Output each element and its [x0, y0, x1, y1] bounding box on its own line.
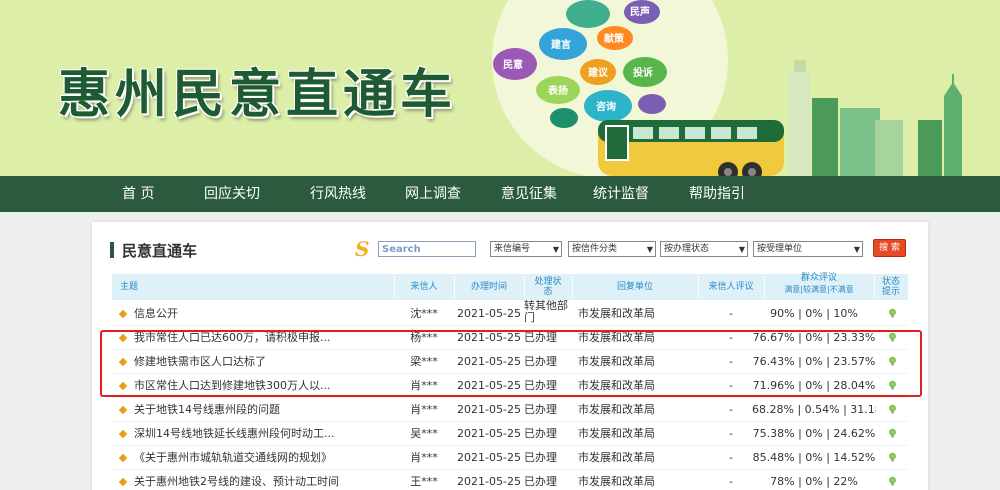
header-time: 办理时间 [470, 282, 507, 292]
header-status-hint: 状态提示 [881, 277, 900, 297]
row-subject-link[interactable]: 关于地铁14号线惠州段的问题 [134, 398, 390, 422]
status-lightbulb-icon [889, 429, 896, 438]
row-status: 已办理 [524, 475, 557, 488]
table-row[interactable]: 深圳14号线地铁延长线惠州段何时动工... 吴*** 2021-05-25 已办理 市发… [112, 422, 908, 446]
table-row[interactable]: 关于地铁14号线惠州段的问题 肖*** 2021-05-25 已办理 市发展和改革局 -6… [112, 398, 908, 422]
search-input[interactable] [378, 241, 476, 257]
row-unit: 市发展和改革局 [578, 427, 655, 440]
svg-text:献策: 献策 [604, 32, 625, 45]
row-unit: 市发展和改革局 [578, 475, 655, 488]
bullet-diamond-icon [118, 453, 128, 463]
row-unit: 市发展和改革局 [578, 403, 655, 416]
status-lightbulb-icon [889, 309, 896, 318]
banner-illustration: 民声 建言 献策 民意 建议 投诉 表扬 咨询 [492, 0, 962, 176]
row-subject-link[interactable]: 深圳14号线地铁延长线惠州段何时动工... [134, 422, 390, 446]
row-sender: 肖*** [410, 403, 438, 416]
filter-letter-number[interactable]: 来信编号 ▼ [490, 241, 562, 257]
status-lightbulb-icon [889, 453, 896, 462]
nav-item-statistics[interactable]: 统计监督 [593, 176, 649, 212]
header-unit: 回复单位 [616, 282, 653, 292]
row-public-rating: 90% | 0% | 10% [770, 307, 858, 320]
highlight-box [100, 330, 922, 397]
row-public-rating: 78% | 0% | 22% [770, 475, 858, 488]
table-row[interactable]: 信息公开 沈*** 2021-05-25 转其他部门 市发展和改革局 -90% | 0% … [112, 300, 908, 326]
svg-text:建言: 建言 [550, 38, 571, 51]
bullet-diamond-icon [118, 405, 128, 415]
status-lightbulb-icon [889, 405, 896, 414]
site-banner: 惠州民意直通车 民声 建言 献策 民意 建议 投诉 表扬 咨询 [0, 0, 1000, 176]
nav-item-home[interactable]: 首 页 [122, 176, 154, 212]
row-time: 2021-05-25 [457, 427, 521, 440]
svg-text:建议: 建议 [587, 66, 609, 79]
panel-title: 民意直通车 [122, 242, 198, 260]
bullet-diamond-icon [118, 429, 128, 439]
site-title: 惠州民意直通车 [58, 64, 458, 125]
chevron-down-icon: ▼ [738, 245, 745, 254]
row-time: 2021-05-25 [457, 307, 521, 320]
row-status: 已办理 [524, 403, 557, 416]
row-time: 2021-05-25 [457, 403, 521, 416]
nav-item-survey[interactable]: 网上调查 [405, 176, 461, 212]
header-sender: 来信人 [410, 282, 438, 292]
row-sender: 沈*** [410, 307, 438, 320]
search-button[interactable]: 搜 索 [873, 239, 906, 257]
nav-item-responses[interactable]: 回应关切 [204, 176, 260, 212]
header-subject: 主题 [120, 282, 139, 292]
row-status: 已办理 [524, 451, 557, 464]
main-nav: 首 页 回应关切 行风热线 网上调查 意见征集 统计监督 帮助指引 [0, 176, 1000, 212]
table-header: 主题 来信人 办理时间 处理状态 回复单位 来信人评议 群众评议 满意|较满意|… [112, 273, 908, 300]
row-time: 2021-05-25 [457, 451, 521, 464]
bullet-diamond-icon [118, 309, 128, 319]
svg-text:民意: 民意 [503, 58, 523, 71]
svg-text:民声: 民声 [630, 5, 650, 18]
row-time: 2021-05-25 [457, 475, 521, 488]
table-row[interactable]: 关于惠州地铁2号线的建设、预计动工时间 王*** 2021-05-25 已办理 市发展和… [112, 470, 908, 490]
title-accent-bar [110, 242, 114, 258]
search-s-icon: S [355, 237, 370, 261]
header-public-rating-sub: 满意|较满意|不满意 [784, 285, 854, 294]
chevron-down-icon: ▼ [853, 245, 860, 254]
filter-category[interactable]: 按信件分类 ▼ [568, 241, 656, 257]
nav-item-help[interactable]: 帮助指引 [689, 176, 745, 212]
svg-text:投诉: 投诉 [633, 66, 653, 79]
row-unit: 市发展和改革局 [578, 307, 655, 320]
row-subject-link[interactable]: 关于惠州地铁2号线的建设、预计动工时间 [134, 470, 390, 490]
row-subject-link[interactable]: 《关于惠州市城轨轨道交通线网的规划》 [134, 446, 390, 470]
row-sender: 肖*** [410, 451, 438, 464]
filter-unit[interactable]: 按受理单位 ▼ [753, 241, 863, 257]
row-public-rating: 68.28% | 0.54% | 31.18% [752, 403, 876, 416]
row-sender: 吴*** [410, 427, 438, 440]
row-public-rating: 75.38% | 0% | 24.62% [752, 427, 876, 440]
row-sender: 王*** [410, 475, 438, 488]
chevron-down-icon: ▼ [646, 245, 653, 254]
table-row[interactable]: 《关于惠州市城轨轨道交通线网的规划》 肖*** 2021-05-25 已办理 市发展和改… [112, 446, 908, 470]
row-unit: 市发展和改革局 [578, 451, 655, 464]
filter-status[interactable]: 按办理状态 ▼ [660, 241, 748, 257]
row-subject-link[interactable]: 信息公开 [134, 302, 390, 326]
bullet-diamond-icon [118, 477, 128, 487]
city-skyline-icon [788, 60, 962, 176]
status-lightbulb-icon [889, 477, 896, 486]
header-status: 处理状态 [534, 277, 562, 297]
bus-icon [598, 120, 784, 176]
svg-text:咨询: 咨询 [596, 100, 616, 113]
header-sender-rating: 来信人评议 [708, 282, 754, 292]
row-status: 转其他部门 [524, 300, 568, 324]
svg-text:表扬: 表扬 [547, 84, 568, 97]
nav-item-opinions[interactable]: 意见征集 [501, 176, 557, 212]
row-status: 已办理 [524, 427, 557, 440]
chevron-down-icon: ▼ [552, 245, 559, 254]
nav-item-hotline[interactable]: 行风热线 [310, 176, 366, 212]
row-public-rating: 85.48% | 0% | 14.52% [752, 451, 876, 464]
